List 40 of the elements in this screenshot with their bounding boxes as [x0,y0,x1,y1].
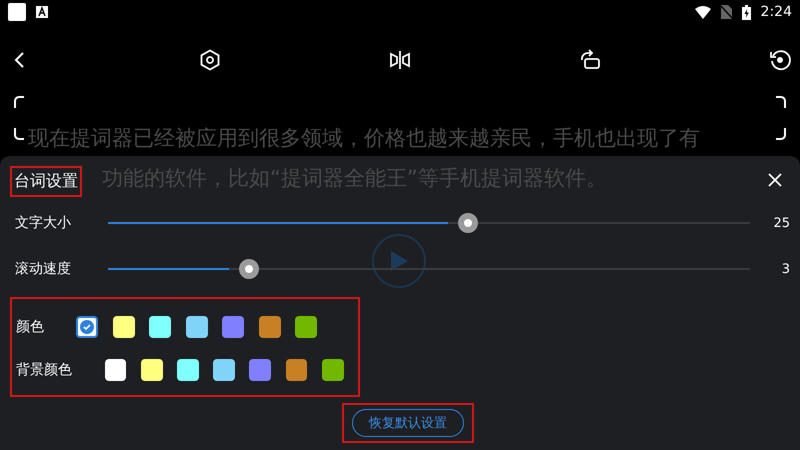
color-swatch[interactable] [149,316,171,338]
color-swatch[interactable] [322,358,344,380]
sheet-title: 台词设置 [10,166,82,197]
color-swatch[interactable] [112,316,134,338]
slider-label: 滚动速度 [14,260,72,278]
slider-thumb[interactable] [239,259,260,279]
slider-thumb[interactable] [458,213,478,233]
slider-track[interactable] [108,213,750,233]
reset-button[interactable]: 恢复默认设置 [352,409,464,437]
color-swatch[interactable] [104,358,126,380]
status-time: 2:24 [760,4,792,20]
hexagon-icon[interactable] [198,48,222,72]
wifi-icon [694,6,711,18]
keyboard-icon [36,6,48,18]
color-swatch[interactable] [295,316,317,338]
color-swatch[interactable] [249,358,272,380]
color-label: 颜色 [16,318,45,336]
slider-track[interactable] [108,259,750,279]
color-swatch[interactable] [286,358,308,380]
color-swatch[interactable] [258,316,280,338]
mirror-icon[interactable] [388,48,412,72]
slider-label: 文字大小 [14,214,72,232]
color-swatch[interactable] [186,316,208,338]
battery-icon [742,4,751,20]
color-swatch[interactable] [140,358,163,380]
no-sim-icon [720,5,732,19]
color-swatch[interactable] [222,316,244,338]
slider-value: 3 [780,262,791,276]
slider-value: 25 [772,216,791,230]
color-swatch[interactable] [213,358,235,380]
check-icon [80,320,94,334]
close-icon [768,173,782,187]
notification-icon [8,3,26,21]
color-swatch[interactable] [177,358,199,380]
color-swatch[interactable] [76,316,98,338]
reset-icon[interactable] [768,48,792,72]
prompt-text-line: 现在提词器已经被应用到很多领域，价格也越来越亲民，手机也出现了有 [28,125,700,152]
color-label: 背景颜色 [16,360,73,378]
rotate-icon[interactable] [578,48,602,72]
play-icon [389,250,409,272]
